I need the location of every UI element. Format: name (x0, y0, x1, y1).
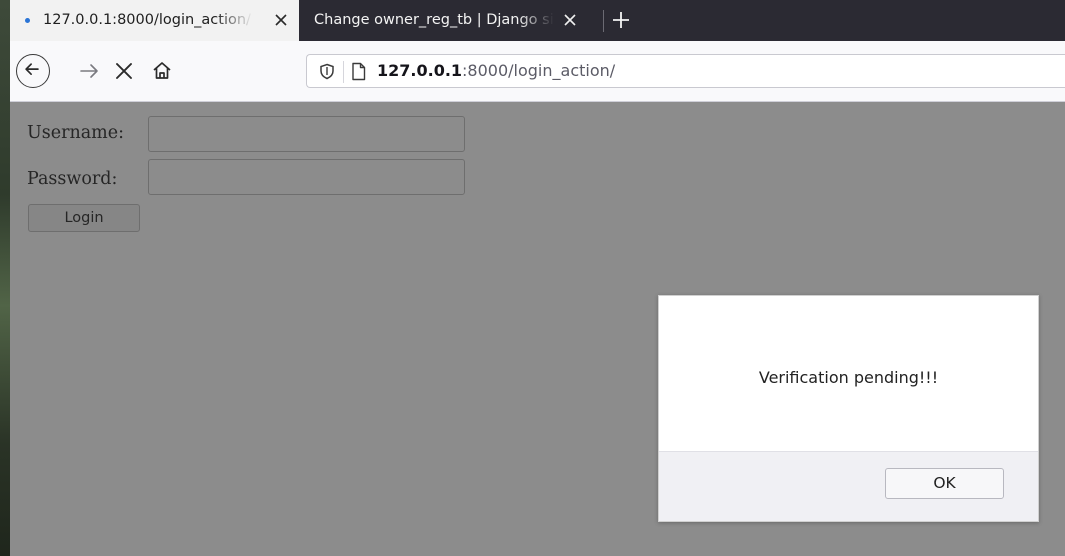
tab-bar: 127.0.0.1:8000/login_action/ Change owne… (10, 0, 1065, 41)
url-host: 127.0.0.1 (377, 61, 463, 80)
alert-dialog: Verification pending!!! OK (658, 295, 1039, 522)
tab-django-admin[interactable]: Change owner_reg_tb | Django site admin (299, 0, 600, 41)
stop-icon[interactable] (113, 60, 135, 82)
navigation-bar: 127.0.0.1:8000/login_action/ (10, 41, 1065, 102)
password-label: Password: (27, 169, 118, 189)
home-icon[interactable] (151, 60, 173, 82)
shield-icon[interactable] (319, 63, 335, 80)
forward-arrow-icon[interactable] (78, 60, 100, 82)
back-button[interactable] (16, 54, 50, 88)
close-icon[interactable] (560, 10, 580, 30)
dialog-footer: OK (659, 451, 1038, 521)
loading-indicator-icon (25, 18, 30, 23)
tab-title: 127.0.0.1:8000/login_action/ (43, 12, 251, 28)
password-field[interactable] (148, 159, 465, 195)
close-icon[interactable] (271, 10, 291, 30)
desktop-background-strip (0, 0, 10, 556)
login-button[interactable]: Login (28, 204, 140, 232)
address-divider (343, 61, 344, 83)
back-arrow-icon (25, 63, 39, 75)
ok-button[interactable]: OK (885, 468, 1004, 499)
url-path: :8000/login_action/ (462, 61, 616, 80)
url-text[interactable]: 127.0.0.1:8000/login_action/ (377, 55, 615, 87)
tab-login-action[interactable]: 127.0.0.1:8000/login_action/ (10, 0, 299, 41)
username-field[interactable] (148, 116, 465, 152)
plus-icon[interactable] (609, 8, 633, 32)
username-label: Username: (27, 123, 125, 143)
dialog-message: Verification pending!!! (758, 368, 939, 387)
address-bar[interactable]: 127.0.0.1:8000/login_action/ (306, 54, 1065, 88)
tab-separator (603, 10, 604, 32)
tab-title: Change owner_reg_tb | Django site admin (314, 12, 554, 28)
page-icon (352, 62, 366, 81)
screen: 127.0.0.1:8000/login_action/ Change owne… (0, 0, 1065, 556)
